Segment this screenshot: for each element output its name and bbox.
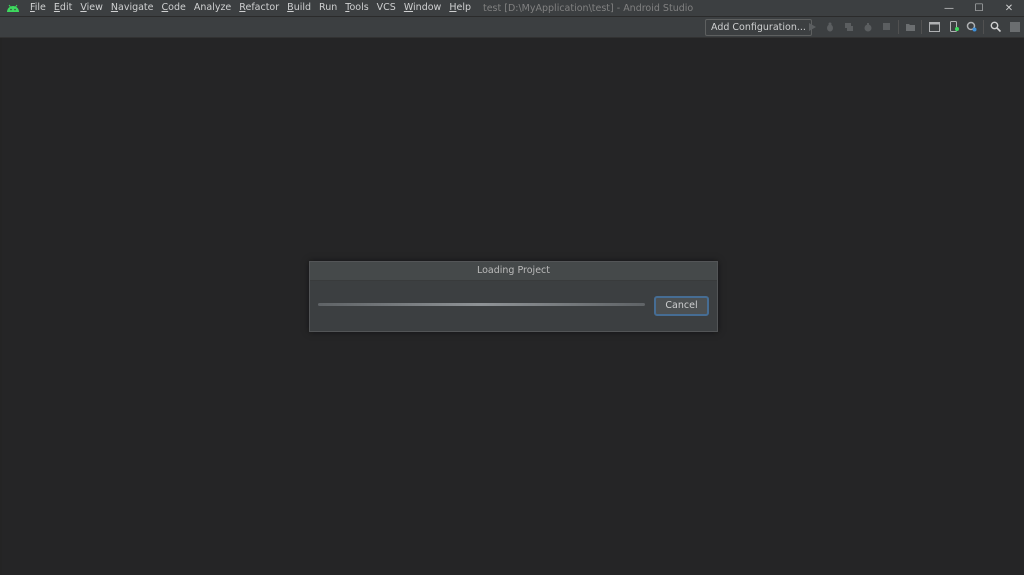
add-configuration-button[interactable]: Add Configuration... — [705, 19, 812, 36]
menu-code[interactable]: Code — [158, 0, 190, 16]
cancel-button[interactable]: Cancel — [654, 296, 709, 316]
minimize-button[interactable]: — — [934, 0, 964, 16]
toolbar-separator — [983, 20, 984, 34]
device-manager-icon[interactable] — [929, 21, 940, 32]
menu-help[interactable]: Help — [445, 0, 475, 16]
menu-refactor[interactable]: Refactor — [235, 0, 283, 16]
progress-fill — [318, 303, 645, 306]
loading-project-dialog: Loading Project Cancel — [309, 261, 718, 332]
loading-progress-bar — [318, 303, 645, 306]
window-title: test [D:\MyApplication\test] - Android S… — [482, 2, 694, 14]
menu-navigate[interactable]: Navigate — [107, 0, 158, 16]
menu-view[interactable]: View — [76, 0, 107, 16]
dialog-title: Loading Project — [310, 262, 717, 281]
title-bar: File Edit View Navigate Code Analyze Ref… — [0, 0, 1024, 16]
sdk-manager-icon[interactable] — [966, 21, 977, 32]
stop-icon[interactable] — [881, 21, 892, 32]
menu-vcs[interactable]: VCS — [373, 0, 400, 16]
coverage-icon[interactable] — [843, 21, 854, 32]
sync-icon[interactable] — [905, 21, 916, 32]
menu-edit[interactable]: Edit — [50, 0, 76, 16]
maximize-button[interactable]: ☐ — [964, 0, 994, 16]
close-button[interactable]: ✕ — [994, 0, 1024, 16]
profile-icon[interactable] — [862, 21, 873, 32]
window-controls: — ☐ ✕ — [934, 0, 1024, 16]
debug-icon[interactable] — [824, 21, 835, 32]
search-icon[interactable] — [990, 21, 1001, 32]
android-studio-logo-icon — [7, 4, 19, 12]
run-icon[interactable] — [806, 21, 817, 32]
menu-window[interactable]: Window — [400, 0, 445, 16]
menu-file[interactable]: File — [26, 0, 50, 16]
menu-tools[interactable]: Tools — [341, 0, 372, 16]
menu-bar: File Edit View Navigate Code Analyze Ref… — [26, 0, 475, 16]
menu-analyze[interactable]: Analyze — [190, 0, 235, 16]
menu-build[interactable]: Build — [283, 0, 315, 16]
android-studio-window: File Edit View Navigate Code Analyze Ref… — [0, 0, 1024, 575]
layout-icon[interactable] — [1009, 21, 1020, 32]
avd-icon[interactable] — [948, 21, 959, 32]
menu-run[interactable]: Run — [315, 0, 341, 16]
toolbar-separator — [898, 20, 899, 34]
main-toolbar: Add Configuration... — [0, 17, 1024, 38]
toolbar-separator — [921, 20, 922, 34]
